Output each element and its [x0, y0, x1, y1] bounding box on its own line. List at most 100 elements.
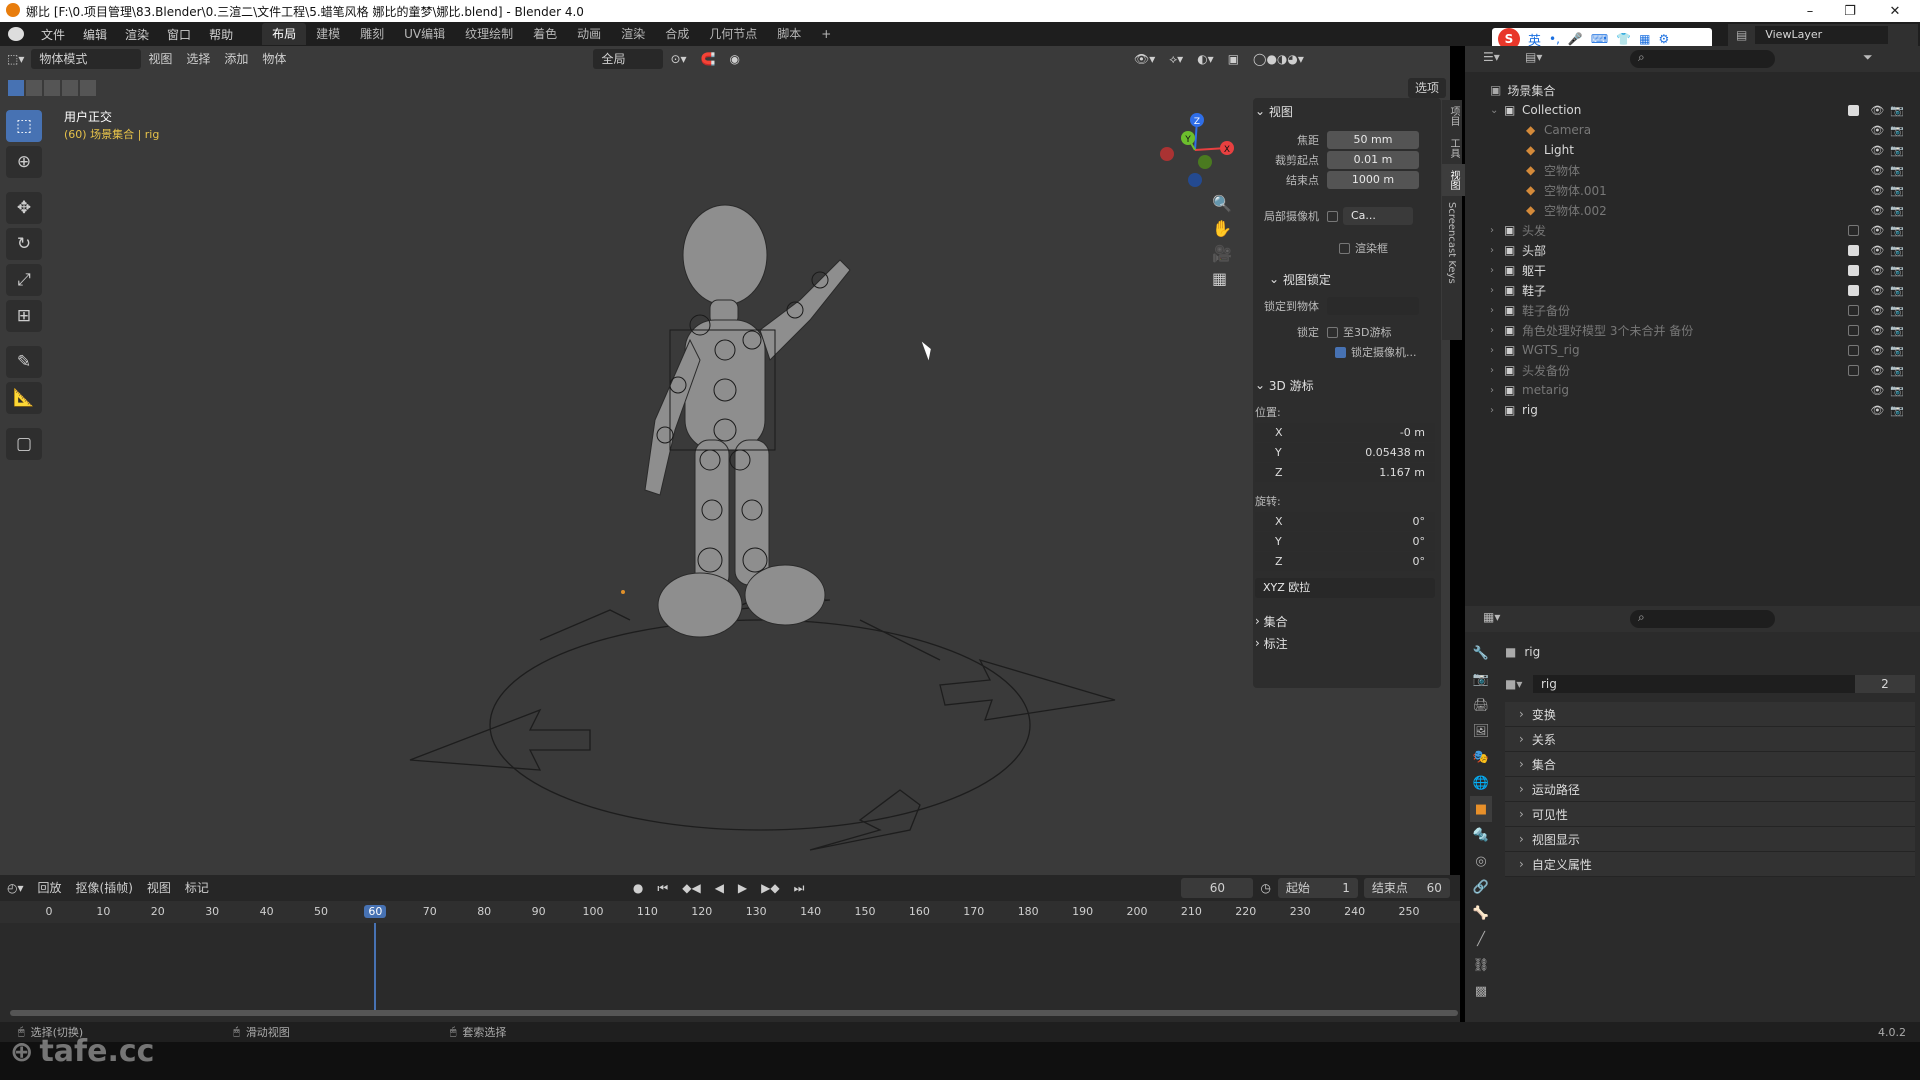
rotation-mode-select[interactable]: XYZ 欧拉 — [1255, 578, 1435, 598]
property-section-header[interactable]: › 可见性 — [1505, 802, 1915, 827]
outliner-row[interactable]: › ▣ 角色处理好模型 3个未合并 备份 👁 📷 — [1490, 320, 1910, 340]
pivot-icon[interactable]: ⊙▾ — [663, 49, 693, 69]
visibility-eye-icon[interactable]: 👁 — [1870, 124, 1884, 137]
snap-icon[interactable]: 🧲 — [694, 49, 723, 69]
outliner-row[interactable]: › ▣ 鞋子备份 👁 📷 — [1490, 300, 1910, 320]
collapse-arrow-icon[interactable]: › — [1490, 345, 1504, 356]
outliner-row[interactable]: › ▣ rig 👁 📷 — [1490, 400, 1910, 420]
render-camera-icon[interactable]: 📷 — [1890, 404, 1904, 417]
menu-render[interactable]: 渲染 — [116, 26, 158, 43]
outliner-row[interactable]: › ▣ 躯干 👁 📷 — [1490, 260, 1910, 280]
ime-punct-icon[interactable]: •, — [1549, 32, 1560, 46]
measure-tool[interactable]: 📐 — [6, 382, 42, 414]
visibility-eye-icon[interactable]: 👁 — [1870, 284, 1884, 297]
select-intersect-icon[interactable] — [80, 80, 96, 96]
visibility-eye-icon[interactable]: 👁 — [1870, 224, 1884, 237]
clip-end-field[interactable]: 1000 m — [1327, 171, 1419, 189]
tab-shading[interactable]: 着色 — [523, 23, 567, 45]
cursor-rotation-x[interactable]: X 0° — [1255, 512, 1435, 531]
timeline-ruler[interactable]: 0 10 20 30 40 50 60 70 80 90 100 110 120 130 140 150 160… — [0, 901, 1460, 923]
outliner-row[interactable]: › ▣ 鞋子 👁 📷 — [1490, 280, 1910, 300]
outliner-row[interactable]: ⌄ ▣ Collection 👁 📷 — [1490, 100, 1910, 120]
property-section-header[interactable]: › 自定义属性 — [1505, 852, 1915, 877]
exclude-checkbox[interactable] — [1848, 244, 1860, 256]
timeline-scrollbar[interactable] — [10, 1010, 1458, 1016]
object-tab-icon[interactable]: ■ — [1470, 796, 1492, 822]
bone-tab-icon[interactable]: ╱ — [1470, 926, 1492, 952]
object-user-count[interactable]: 2 — [1855, 675, 1915, 693]
output-tab-icon[interactable]: 🖨 — [1470, 692, 1492, 718]
tab-uv-editing[interactable]: UV编辑 — [394, 23, 455, 45]
timeline-menu-playback[interactable]: 回放 — [31, 878, 69, 898]
outliner-row[interactable]: › ▣ 头部 👁 📷 — [1490, 240, 1910, 260]
viewport-options-button[interactable]: 选项 — [1408, 78, 1447, 98]
render-camera-icon[interactable]: 📷 — [1890, 204, 1904, 217]
play-button[interactable]: ▶ — [731, 878, 754, 898]
jump-start-button[interactable]: ⏮ — [650, 878, 675, 898]
bone-constraint-tab-icon[interactable]: ⛓ — [1470, 952, 1492, 978]
sidebar-tab-item[interactable]: 项目 — [1442, 100, 1465, 132]
timeline-editor-icon[interactable]: ◴▾ — [0, 878, 31, 898]
visibility-eye-icon[interactable]: 👁 — [1870, 144, 1884, 157]
cursor-rotation-z[interactable]: Z 0° — [1255, 552, 1435, 571]
render-tab-icon[interactable]: 📷 — [1470, 666, 1492, 692]
collections-section-header[interactable]: › 集合 — [1255, 610, 1435, 632]
visibility-eye-icon[interactable]: 👁 — [1870, 324, 1884, 337]
property-section-header[interactable]: › 视图显示 — [1505, 827, 1915, 852]
menu-help[interactable]: 帮助 — [200, 26, 242, 43]
prev-keyframe-button[interactable]: ◆◀ — [675, 878, 707, 898]
toolbox-icon[interactable]: ▦ — [1639, 32, 1650, 46]
visibility-eye-icon[interactable]: 👁 — [1870, 384, 1884, 397]
exclude-checkbox[interactable] — [1848, 264, 1860, 276]
visibility-icon[interactable]: 👁▾ — [1127, 49, 1162, 69]
property-section-header[interactable]: › 运动路径 — [1505, 777, 1915, 802]
physics-tab-icon[interactable]: ◎ — [1470, 848, 1492, 874]
viewport-menu-select[interactable]: 选择 — [179, 49, 217, 69]
cursor-location-x[interactable]: X -0 m — [1255, 423, 1435, 442]
next-keyframe-button[interactable]: ▶◆ — [754, 878, 786, 898]
visibility-eye-icon[interactable]: 👁 — [1870, 264, 1884, 277]
visibility-eye-icon[interactable]: 👁 — [1870, 244, 1884, 257]
render-camera-icon[interactable]: 📷 — [1890, 124, 1904, 137]
tab-compositing[interactable]: 合成 — [655, 23, 699, 45]
clip-start-field[interactable]: 0.01 m — [1327, 151, 1419, 169]
overlay-toggle-icon[interactable]: ◐▾ — [1190, 49, 1221, 69]
display-mode-icon[interactable]: ▤▾ — [1525, 50, 1542, 64]
tab-animation[interactable]: 动画 — [567, 23, 611, 45]
skin-icon[interactable]: 👕 — [1616, 32, 1631, 46]
end-frame-field[interactable]: 结束点 60 — [1363, 878, 1450, 898]
select-invert-icon[interactable] — [62, 80, 78, 96]
collapse-arrow-icon[interactable]: › — [1490, 365, 1504, 376]
lock-3d-cursor-checkbox[interactable] — [1327, 326, 1338, 338]
outliner-row[interactable]: ◆ 空物体.001 👁 📷 — [1490, 180, 1910, 200]
outliner-row[interactable]: ◆ Camera 👁 📷 — [1490, 120, 1910, 140]
tab-scripting[interactable]: 脚本 — [767, 23, 811, 45]
settings-icon[interactable]: ⚙ — [1659, 32, 1670, 46]
close-window-button[interactable]: ✕ — [1875, 0, 1915, 22]
world-tab-icon[interactable]: 🌐 — [1470, 770, 1492, 796]
select-subtract-icon[interactable] — [44, 80, 60, 96]
play-reverse-button[interactable]: ◀ — [708, 878, 731, 898]
rotate-tool[interactable]: ↻ — [6, 228, 42, 260]
timeline-menu-marker[interactable]: 标记 — [178, 878, 216, 898]
object-datablock-icon[interactable]: ■▾ — [1505, 677, 1533, 691]
outliner-row[interactable]: ◆ 空物体.002 👁 📷 — [1490, 200, 1910, 220]
view-section-header[interactable]: ⌄ 视图 — [1255, 100, 1435, 122]
cursor-rotation-y[interactable]: Y 0° — [1255, 532, 1435, 551]
current-frame-field[interactable]: 60 — [1181, 878, 1254, 898]
tab-rendering[interactable]: 渲染 — [611, 23, 655, 45]
outliner-editor-icon[interactable]: ☰▾ — [1483, 50, 1500, 64]
tab-layout[interactable]: 布局 — [262, 23, 307, 45]
tab-texture-paint[interactable]: 纹理绘制 — [455, 23, 523, 45]
tab-geometry-nodes[interactable]: 几何节点 — [699, 23, 767, 45]
object-datablock-name[interactable]: rig — [1533, 675, 1855, 693]
exclude-checkbox[interactable] — [1848, 304, 1860, 316]
texture-tab-icon[interactable]: ▩ — [1470, 978, 1492, 1004]
annotations-section-header[interactable]: › 标注 — [1255, 632, 1435, 654]
proportional-edit-icon[interactable]: ◉ — [722, 49, 746, 69]
render-region-checkbox[interactable] — [1339, 242, 1350, 254]
constraints-tab-icon[interactable]: 🔗 — [1470, 874, 1492, 900]
scale-tool[interactable]: ⤢ — [6, 264, 42, 296]
viewport-menu-view[interactable]: 视图 — [141, 49, 179, 69]
cursor-location-z[interactable]: Z 1.167 m — [1255, 463, 1435, 482]
